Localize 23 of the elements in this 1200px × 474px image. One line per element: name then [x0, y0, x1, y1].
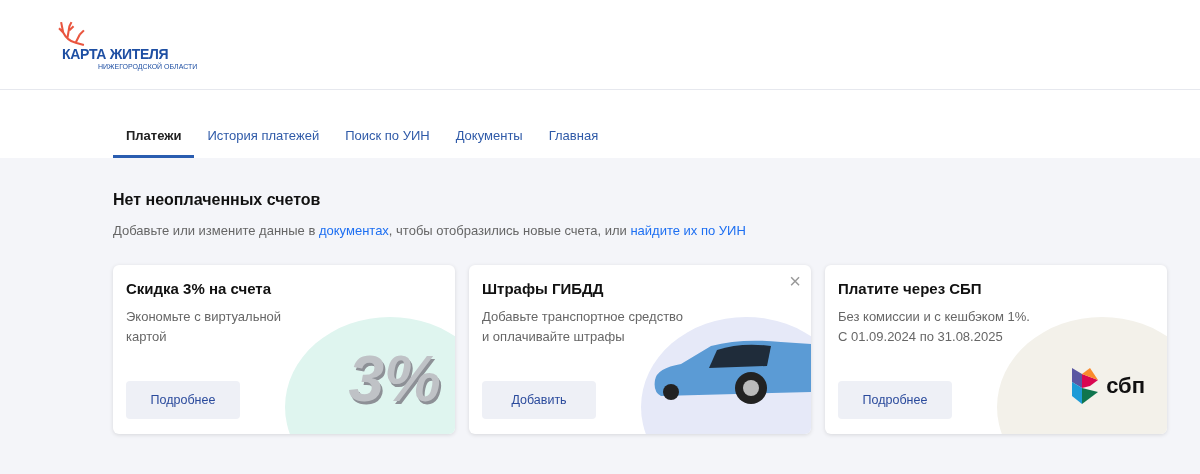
tab[interactable]: Платежи: [113, 128, 195, 158]
sbp-logo-icon: [1070, 366, 1101, 406]
deer-antler-icon: [58, 21, 86, 46]
search-link[interactable]: найдите их по УИН: [630, 223, 746, 238]
notice-title: Нет неоплаченных счетов: [113, 191, 322, 209]
tab[interactable]: Главная: [535, 128, 612, 158]
logo-title: КАРТА ЖИТЕЛЯ: [62, 46, 169, 62]
card-description: Экономьте с виртуальной картой: [126, 308, 283, 346]
card-button[interactable]: Добавить: [482, 381, 596, 419]
card-title: Платите через СБП: [838, 280, 982, 297]
card-title: Штрафы ГИБДД: [482, 280, 604, 297]
tab[interactable]: Поиск по УИН: [332, 128, 443, 158]
documents-link[interactable]: документах: [318, 223, 389, 238]
card-title: Скидка 3% на счета: [126, 280, 271, 297]
notice-text: Добавьте или измените данные в документах, чтобы отобразились новые счета, или найдите их по УИН: [113, 223, 747, 238]
card-button[interactable]: Подробнее: [126, 381, 240, 419]
card-description: Добавьте транспортное средство и оплачивайте штрафы: [482, 308, 685, 346]
card-button[interactable]: Подробнее: [838, 381, 952, 419]
sbp-logo-text: сбп: [1106, 373, 1145, 399]
tab[interactable]: История платежей: [194, 128, 333, 158]
percent-illustration: 3%: [348, 342, 441, 416]
card-description: Без комиссии и с кешбэком 1%. С 01.09.2024 по 31.08.2025: [838, 308, 1031, 346]
tab[interactable]: Документы: [442, 128, 536, 158]
